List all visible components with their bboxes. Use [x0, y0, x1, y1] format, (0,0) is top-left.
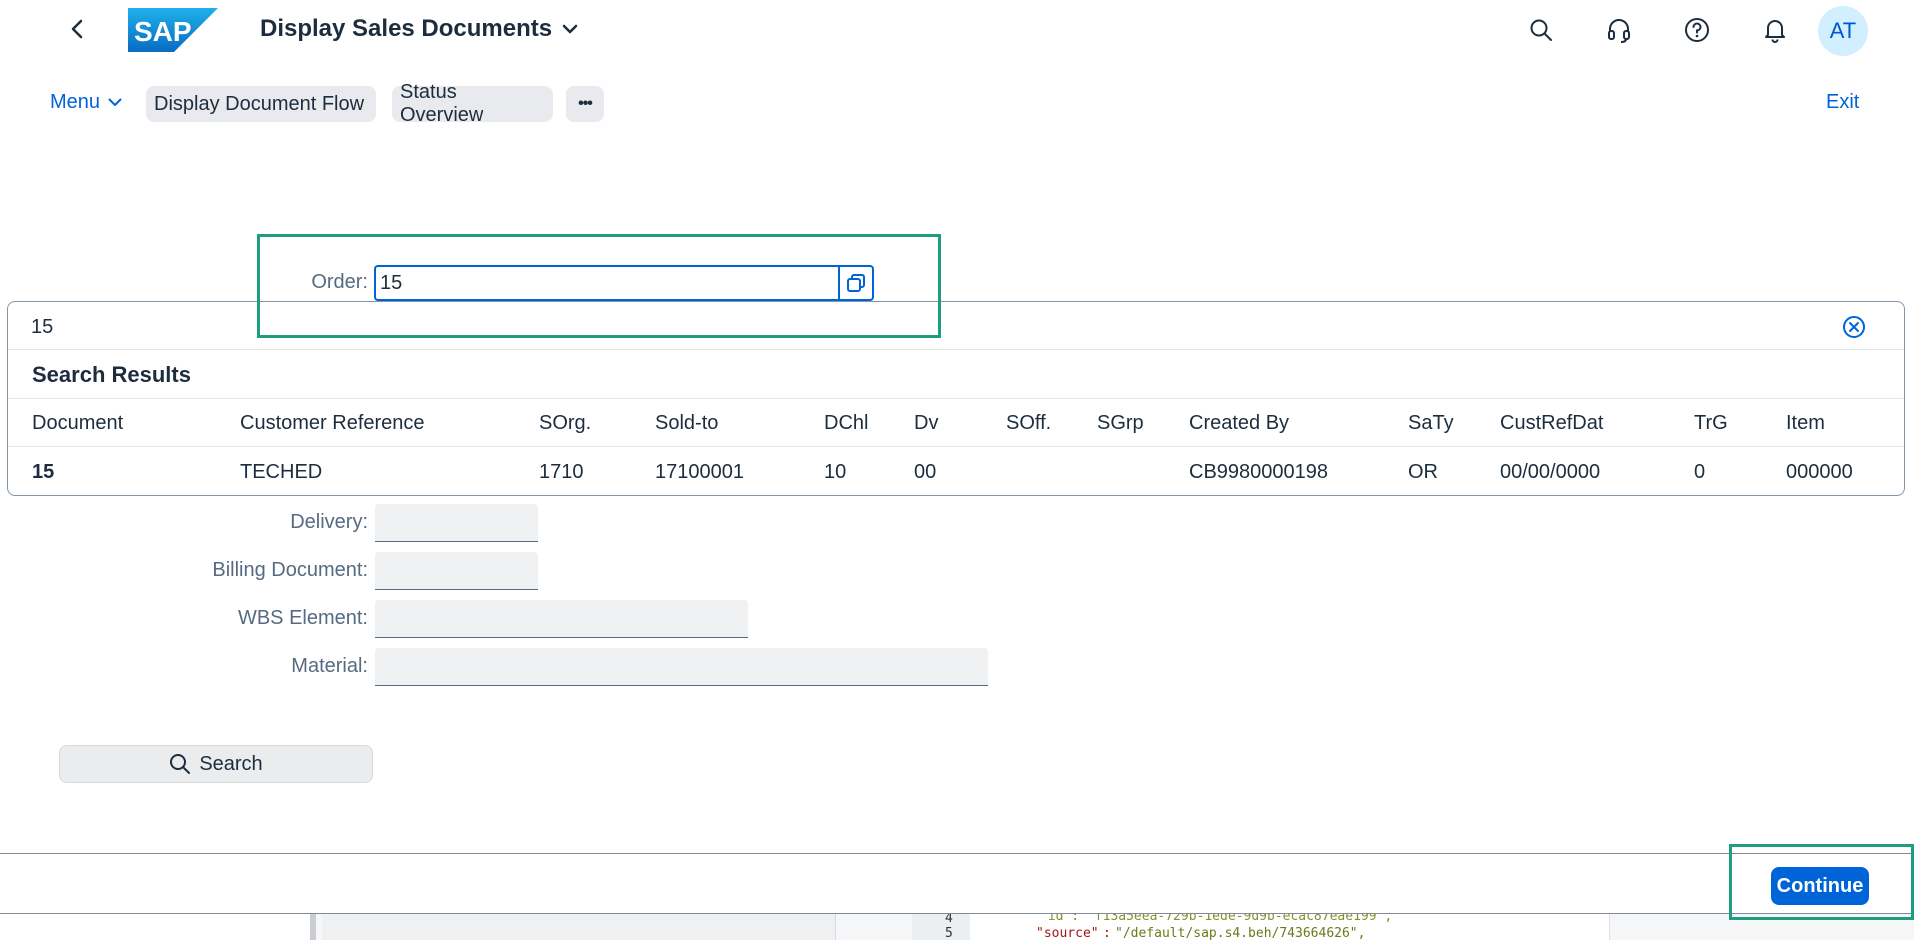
user-avatar[interactable]: AT	[1818, 6, 1868, 56]
column-header: SOrg.	[539, 412, 592, 434]
background-panel-middle	[322, 910, 836, 940]
app-toolbar: Menu Display Document Flow Status Overvi…	[0, 81, 1914, 126]
column-header: CustRefDat	[1500, 412, 1604, 434]
code-colon: :	[1103, 926, 1111, 940]
column-header: Item	[1786, 412, 1825, 434]
footer-bar	[0, 853, 1914, 914]
order-value-help-button[interactable]	[838, 265, 874, 301]
search-submit-button[interactable]: Search	[59, 745, 373, 783]
result-cell: OR	[1408, 461, 1438, 483]
help-button[interactable]	[1681, 14, 1713, 46]
result-cell: 10	[824, 461, 847, 483]
result-cell: TECHED	[240, 461, 323, 483]
column-header: Created By	[1189, 412, 1290, 434]
column-header: Document	[32, 412, 124, 434]
material-field[interactable]	[375, 648, 988, 686]
delivery-label: Delivery:	[290, 511, 368, 533]
support-button[interactable]	[1603, 14, 1635, 46]
column-header: Sold-to	[655, 412, 719, 434]
result-row[interactable]: 15 TECHED 1710 17100001 10 00 CB99800001…	[8, 448, 1904, 496]
search-results-title: Search Results	[32, 362, 191, 387]
notifications-button[interactable]	[1759, 14, 1791, 46]
sap-logo: SAP	[128, 8, 218, 52]
result-cell: 17100001	[655, 461, 744, 483]
order-label: Order:	[311, 271, 368, 293]
column-header: SGrp	[1097, 412, 1144, 434]
svg-text:SAP: SAP	[134, 16, 192, 47]
result-cell: 0	[1694, 461, 1706, 483]
shell-bar: SAP Display Sales Documents AT	[0, 0, 1914, 62]
result-cell: 1710	[539, 461, 584, 483]
result-cell: 15	[32, 461, 55, 483]
search-results-popup: 15 Search Results Document Customer Refe…	[7, 301, 1905, 496]
continue-button[interactable]: Continue	[1771, 867, 1869, 905]
column-header: Customer Reference	[240, 412, 425, 434]
wbs-element-label: WBS Element:	[237, 607, 368, 629]
wbs-element-field[interactable]	[375, 600, 748, 638]
code-gutter	[912, 910, 970, 940]
search-button[interactable]	[1525, 14, 1557, 46]
chevron-down-icon	[562, 24, 578, 34]
bell-icon	[1765, 20, 1785, 43]
column-header: SaTy	[1408, 412, 1454, 434]
billing-document-field[interactable]	[375, 552, 538, 590]
exit-button[interactable]: Exit	[1826, 91, 1859, 114]
search-icon	[1530, 19, 1552, 41]
popup-search-row: 15	[8, 302, 1904, 350]
code-value: "/default/sap.s4.beh/743664626",	[1115, 926, 1366, 940]
material-label: Material:	[291, 655, 368, 677]
column-header: SOff.	[1006, 412, 1052, 434]
result-cell: 000000	[1786, 461, 1853, 483]
search-icon	[170, 754, 191, 774]
code-line-number: 5	[945, 926, 953, 940]
clear-icon	[1843, 316, 1865, 338]
help-icon	[1685, 18, 1709, 42]
column-header: Dv	[914, 412, 939, 434]
column-header: TrG	[1694, 412, 1728, 434]
clear-search-button[interactable]	[1842, 315, 1866, 339]
result-cell: 00	[914, 461, 937, 483]
status-overview-button[interactable]: Status Overview	[392, 81, 553, 126]
background-panel-left	[0, 910, 316, 940]
copy-icon	[847, 274, 865, 292]
display-document-flow-button[interactable]: Display Document Flow	[146, 86, 376, 122]
back-button[interactable]	[62, 14, 92, 44]
chevron-left-icon	[71, 19, 83, 39]
result-cell: CB9980000198	[1189, 461, 1329, 483]
app-title[interactable]: Display Sales Documents	[260, 15, 578, 43]
result-cell: 00/00/0000	[1500, 461, 1601, 483]
menu-label: Menu	[50, 91, 101, 113]
chevron-down-icon	[108, 98, 122, 106]
more-actions-button[interactable]: •••	[566, 86, 604, 122]
app-title-text: Display Sales Documents	[260, 15, 553, 42]
billing-document-label: Billing Document:	[212, 559, 368, 581]
code-key: "source"	[1036, 926, 1099, 940]
column-header: DChl	[824, 412, 869, 434]
app-root: SAP Display Sales Documents AT Menu Disp…	[0, 0, 1914, 940]
order-input[interactable]: 15	[374, 265, 838, 301]
popup-search-query[interactable]: 15	[31, 316, 53, 339]
results-header-row: Document Customer Reference SOrg. Sold-t…	[8, 399, 1904, 447]
delivery-field[interactable]	[375, 504, 538, 542]
menu-button[interactable]: Menu	[50, 91, 122, 114]
search-button-label: Search	[199, 752, 263, 775]
headset-icon	[1608, 19, 1630, 43]
